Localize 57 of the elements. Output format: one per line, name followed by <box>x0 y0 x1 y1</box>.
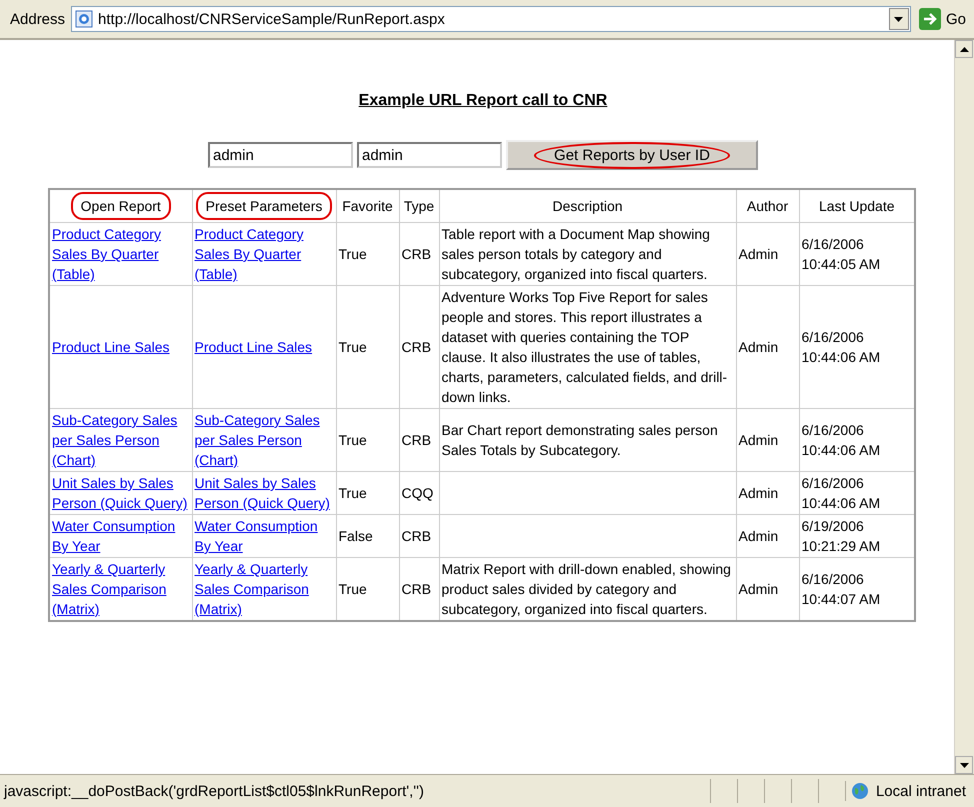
table-cell: CRB <box>399 408 439 472</box>
table-cell: CRB <box>399 222 439 286</box>
dropdown-button[interactable] <box>888 8 909 30</box>
user-id-field[interactable]: admin <box>208 142 353 168</box>
report-link[interactable]: Sub-Category Sales per Sales Person (Chart) <box>52 410 190 470</box>
column-header: Author <box>736 189 799 222</box>
go-button[interactable]: Go <box>916 8 968 30</box>
report-link[interactable]: Water Consumption By Year <box>194 516 334 556</box>
column-header: Description <box>439 189 736 222</box>
column-header: Open Report <box>49 189 192 222</box>
report-link[interactable]: Unit Sales by Sales Person (Quick Query) <box>194 473 334 513</box>
report-link[interactable]: Unit Sales by Sales Person (Quick Query) <box>52 473 190 513</box>
table-cell: Table report with a Document Map showing sales person totals by category and subcategory, organized into fiscal quarters. <box>439 222 736 286</box>
column-header: Preset Parameters <box>192 189 336 222</box>
table-cell: CQQ <box>399 472 439 514</box>
address-label: Address <box>10 10 66 28</box>
table-cell: False <box>336 514 399 558</box>
report-link[interactable]: Product Line Sales <box>52 337 190 357</box>
page-title: Example URL Report call to CNR <box>358 92 608 110</box>
report-link[interactable]: Product Line Sales <box>194 337 334 357</box>
table-cell: CRB <box>399 286 439 408</box>
table-cell: True <box>336 222 399 286</box>
up-arrow-icon <box>960 46 968 52</box>
table-cell: Admin <box>736 514 799 558</box>
globe-icon <box>850 781 870 801</box>
table-cell: Admin <box>736 408 799 472</box>
report-link[interactable]: Water Consumption By Year <box>52 516 190 556</box>
column-header: Favorite <box>336 189 399 222</box>
table-cell: Adventure Works Top Five Report for sales people and stores. This report illustrates a dataset with queries containing the TOP clause. It also illustrates the use of tables, charts, parameters, calculated fields, and drill-down links. <box>439 286 736 408</box>
down-arrow-icon <box>960 762 968 768</box>
scroll-up-button[interactable] <box>955 40 973 58</box>
zone-label: Local intranet <box>876 782 966 800</box>
column-header: Type <box>399 189 439 222</box>
status-text: javascript:__doPostBack('grdReportList$ctl05$lnkRunReport','') <box>2 782 425 800</box>
get-reports-button[interactable]: Get Reports by User ID <box>506 140 758 170</box>
table-cell: CRB <box>399 558 439 621</box>
table-cell: Admin <box>736 222 799 286</box>
report-link[interactable]: Product Category Sales By Quarter (Table) <box>194 224 334 284</box>
page-icon <box>75 10 94 28</box>
report-link[interactable]: Sub-Category Sales per Sales Person (Chart) <box>194 410 334 470</box>
scroll-down-button[interactable] <box>955 756 973 774</box>
report-link[interactable]: Yearly & Quarterly Sales Comparison (Matrix) <box>194 559 334 619</box>
table-cell: Matrix Report with drill-down enabled, showing product sales divided by category and subcategory, organized into fiscal quarters. <box>439 558 736 621</box>
table-cell: CRB <box>399 514 439 558</box>
report-link[interactable]: Yearly & Quarterly Sales Comparison (Matrix) <box>52 559 190 619</box>
table-cell: True <box>336 286 399 408</box>
password-field[interactable]: admin <box>357 142 502 168</box>
table-cell: Bar Chart report demonstrating sales person Sales Totals by Subcategory. <box>439 408 736 472</box>
report-link[interactable]: Product Category Sales By Quarter (Table) <box>52 224 190 284</box>
table-cell: Admin <box>736 286 799 408</box>
caret-icon <box>894 16 904 22</box>
table-cell: Admin <box>736 472 799 514</box>
table-cell: True <box>336 472 399 514</box>
table-cell: Admin <box>736 558 799 621</box>
table-cell: True <box>336 558 399 621</box>
table-cell: True <box>336 408 399 472</box>
address-field[interactable]: http://localhost/CNRServiceSample/RunReport.aspx <box>71 6 911 32</box>
